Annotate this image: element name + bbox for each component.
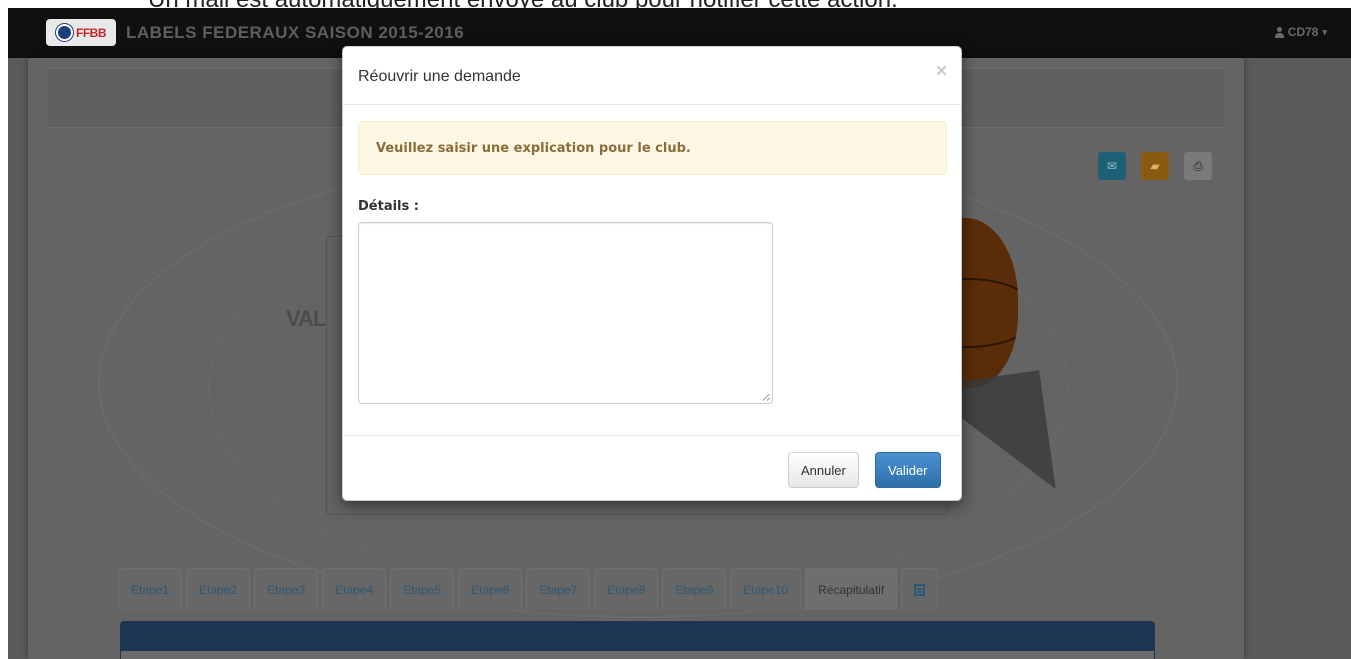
cancel-button[interactable]: Annuler <box>788 452 859 488</box>
logo-text: FFBB <box>76 25 107 40</box>
tab-etape9[interactable]: Etape9 <box>662 568 727 610</box>
tab-etape7[interactable]: Etape7 <box>526 568 591 610</box>
envelope-icon: ✉ <box>1106 159 1118 173</box>
ffbb-logo[interactable]: FFBB <box>46 19 116 46</box>
alert-message: Veuillez saisir une explication pour le … <box>376 141 691 156</box>
recap-panel-header <box>120 621 1155 651</box>
reopen-request-dialog: Réouvrir une demande × Veuillez saisir u… <box>342 46 962 501</box>
tab-recapitulatif[interactable]: Récapitulatif <box>805 568 898 610</box>
folder-icon: ▰ <box>1150 159 1160 173</box>
tab-etape1[interactable]: Etape1 <box>118 568 183 610</box>
tab-etape8[interactable]: Etape8 <box>594 568 659 610</box>
tab-etape3[interactable]: Etape3 <box>254 568 319 610</box>
user-icon <box>1274 26 1284 38</box>
recap-panel-body <box>120 651 1155 659</box>
tab-etape2[interactable]: Etape2 <box>186 568 251 610</box>
tab-etape10[interactable]: Etape10 <box>730 568 802 610</box>
user-menu[interactable]: CD78 ▾ <box>1274 25 1327 39</box>
chevron-down-icon: ▾ <box>1322 26 1327 37</box>
tab-etape5[interactable]: Etape5 <box>390 568 455 610</box>
resize-handle-icon[interactable] <box>763 394 771 402</box>
step-tabs: Etape1 Etape2 Etape3 Etape4 Etape5 Etape… <box>118 568 939 610</box>
open-folder-button[interactable]: ▰ <box>1141 152 1169 180</box>
basketball-icon <box>56 24 73 41</box>
user-name: CD78 <box>1287 25 1319 39</box>
details-textarea[interactable] <box>358 222 773 404</box>
dialog-header: Réouvrir une demande × <box>343 47 961 105</box>
background-label: VAL <box>286 306 326 331</box>
print-icon: ⎙ <box>1193 158 1203 173</box>
print-button[interactable]: ⎙ <box>1184 152 1212 180</box>
send-mail-button[interactable]: ✉ <box>1098 152 1126 180</box>
tab-etape6[interactable]: Etape6 <box>458 568 523 610</box>
tab-list[interactable] <box>901 568 939 610</box>
app-title[interactable]: LABELS FEDERAUX SAISON 2015-2016 <box>126 23 464 43</box>
dialog-title: Réouvrir une demande <box>358 68 521 85</box>
dialog-footer: Annuler Valider <box>343 435 961 501</box>
details-label: Détails : <box>358 199 419 214</box>
close-icon[interactable]: × <box>936 61 947 83</box>
app-screen: FFBB LABELS FEDERAUX SAISON 2015-2016 CD… <box>8 8 1351 659</box>
submit-button[interactable]: Valider <box>875 452 941 488</box>
warning-alert: Veuillez saisir une explication pour le … <box>358 121 947 175</box>
list-icon <box>914 583 926 596</box>
tab-etape4[interactable]: Etape4 <box>322 568 387 610</box>
